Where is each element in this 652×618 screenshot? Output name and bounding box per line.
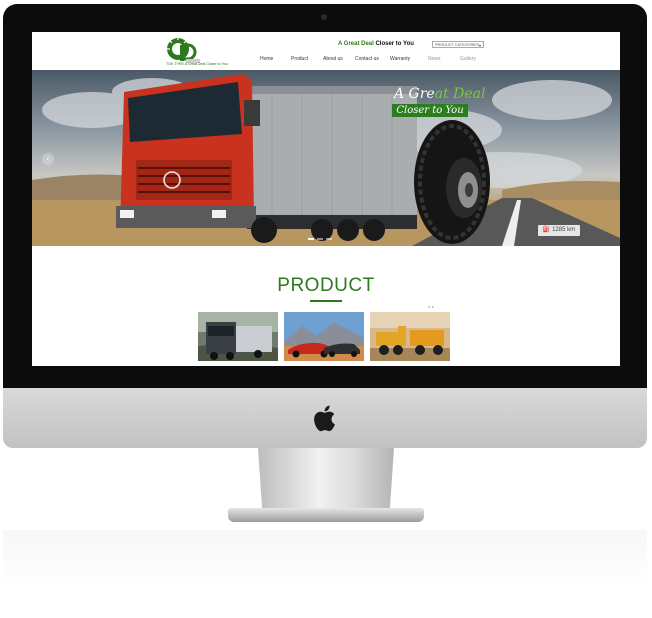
hero-illustration: [32, 74, 620, 246]
tyre-logo-icon[interactable]: [166, 35, 200, 65]
product-heading: PRODUCT: [277, 275, 375, 296]
apple-logo-icon: [314, 405, 335, 432]
monitor-foot: [228, 508, 424, 522]
product-thumb-sports-cars[interactable]: [284, 312, 364, 361]
nav-gallery[interactable]: Gallery: [460, 56, 476, 62]
km-value: 1285 km: [552, 227, 576, 233]
nav-about-us[interactable]: About us: [323, 56, 343, 62]
product-categories-select-value: PRODUCT CATEGORIES: [435, 43, 480, 47]
camera-icon: [321, 14, 327, 20]
website-screen: TGK TYRE A Great Deal Closer to You A Gr…: [32, 32, 620, 366]
monitor-stand: [258, 448, 394, 508]
nav-warranty[interactable]: Warranty: [390, 56, 410, 62]
nav-home[interactable]: Home: [260, 56, 273, 62]
tagline-black: Closer to You: [375, 41, 414, 47]
hero-title-green: at Deal: [434, 86, 486, 102]
hero-subtitle: Closer to You: [392, 104, 468, 117]
km-badge: ⛽ 1285 km: [538, 225, 580, 236]
product-underline: [310, 300, 342, 302]
site-header: TGK TYRE A Great Deal Closer to You A Gr…: [32, 32, 620, 70]
nav-contact-us[interactable]: Contact us: [355, 56, 379, 62]
product-thumb-truck[interactable]: [198, 312, 278, 361]
chevron-left-icon[interactable]: ‹: [42, 153, 54, 165]
product-categories-select[interactable]: PRODUCT CATEGORIES ▾: [432, 41, 484, 48]
product-pager[interactable]: ● ●: [428, 304, 434, 309]
chevron-down-icon: ▾: [478, 43, 481, 48]
nav-product[interactable]: Product: [291, 56, 308, 62]
header-tagline: A Great Deal Closer to You: [338, 41, 414, 47]
floor-reflection: [3, 530, 647, 590]
nav-news[interactable]: News: [428, 56, 441, 62]
tagline-green: A Great Deal: [338, 41, 376, 47]
fuel-icon: ⛽: [542, 227, 551, 233]
logo-text: TGK TYRE A Great Deal Closer to You: [166, 62, 228, 66]
product-thumb-mining-trucks[interactable]: [370, 312, 450, 361]
hero-title-white: A Gre: [394, 86, 435, 102]
hero-banner[interactable]: A Great Deal Closer to You ‹ ⛽ 1285 km: [32, 70, 620, 246]
hero-title: A Great Deal: [394, 86, 486, 102]
